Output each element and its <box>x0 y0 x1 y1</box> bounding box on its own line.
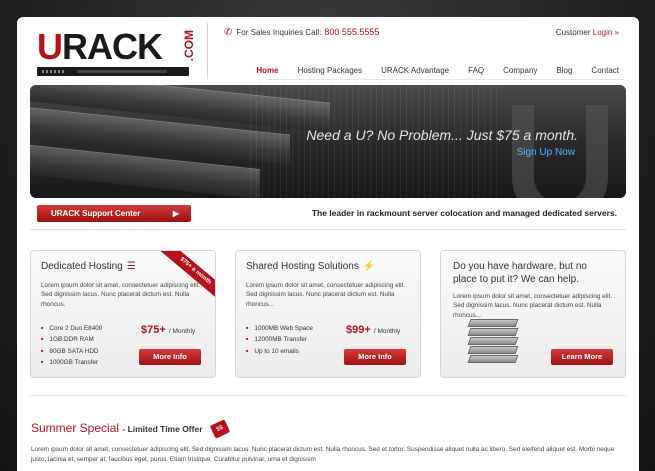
nav-home[interactable]: Home <box>256 66 278 75</box>
login-link[interactable]: Login » <box>593 28 619 37</box>
header-divider <box>207 23 208 79</box>
price-label: $99+ / Monthly <box>346 324 400 336</box>
logo-suffix: .COM <box>182 30 196 62</box>
list-item: 80GB SATA HDD <box>41 346 102 357</box>
price-value: $75+ <box>141 324 166 336</box>
dedicated-hosting-box: $75+ a month Dedicated Hosting ☰ Lorem ip… <box>30 250 216 378</box>
main-nav: Home Hosting Packages URACK Advantage FA… <box>237 66 619 75</box>
nav-underline <box>267 79 625 80</box>
box-description: Lorem ipsum dolor sit amet, consectetuer… <box>453 293 613 319</box>
price-tag-icon: $$ <box>209 419 231 439</box>
list-item: 1000MB Web Space <box>246 323 313 334</box>
customer-label: Customer <box>555 28 591 37</box>
phone-icon: ✆ <box>224 27 233 38</box>
box-description: Lorem ipsum dolor sit amet, consectetuer… <box>246 282 406 308</box>
company-tagline: The leader in rackmount server colocatio… <box>311 208 617 218</box>
section-divider <box>30 229 626 230</box>
more-info-button[interactable]: More Info <box>139 349 201 365</box>
shared-hosting-box: Shared Hosting Solutions ⚡ Lorem ipsum do… <box>235 250 421 378</box>
phone-label: For Sales Inquiries Call: <box>236 28 322 37</box>
list-item: 1GB DDR RAM <box>41 334 102 345</box>
learn-more-button[interactable]: Learn More <box>551 349 613 365</box>
price-unit: / Monthly <box>373 328 401 335</box>
feature-list: Core 2 Duo E8400 1GB DDR RAM 80GB SATA H… <box>41 323 102 369</box>
list-item: 1000GB Transfer <box>41 357 102 368</box>
section-divider <box>30 395 626 396</box>
page-container: URACK .COM ✆ For Sales Inquiries Call: 800… <box>17 17 639 471</box>
summer-special-heading: Summer Special - Limited Time Offer $$ <box>31 419 231 439</box>
phone-number[interactable]: 800 555.5555 <box>324 27 379 37</box>
sign-up-link[interactable]: Sign Up Now <box>517 147 575 158</box>
nav-contact[interactable]: Contact <box>591 66 619 75</box>
special-subtitle: - Limited Time Offer <box>122 424 203 434</box>
list-item: Up to 10 emails <box>246 346 313 357</box>
price-unit: / Monthly <box>168 328 196 335</box>
nav-urack-advantage[interactable]: URACK Advantage <box>381 66 449 75</box>
sales-phone: ✆ For Sales Inquiries Call: 800 555.5555 <box>224 27 379 38</box>
hero-banner: Need a U? No Problem... Just $75 a month… <box>30 85 626 198</box>
list-item: Core 2 Duo E8400 <box>41 323 102 334</box>
customer-login: Customer Login » <box>556 28 619 37</box>
more-info-button[interactable]: More Info <box>344 349 406 365</box>
list-icon: ☰ <box>126 261 136 272</box>
price-label: $75+ / Monthly <box>141 324 195 336</box>
server-stack-icon <box>467 319 523 371</box>
lightning-icon: ⚡ <box>362 261 376 272</box>
dedicated-title: Dedicated Hosting <box>41 261 123 272</box>
nav-company[interactable]: Company <box>503 66 537 75</box>
nav-hosting-packages[interactable]: Hosting Packages <box>298 66 362 75</box>
box-description: Lorem ipsum dolor sit amet, consectetuer… <box>41 282 201 308</box>
special-title: Summer Special <box>31 421 120 435</box>
shared-title: Shared Hosting Solutions <box>246 261 359 272</box>
urack-logo[interactable]: URACK .COM <box>37 27 197 83</box>
box-title: Dedicated Hosting ☰ <box>41 261 136 272</box>
support-center-button[interactable]: URACK Support Center ▶ <box>37 205 191 222</box>
list-item: 12000MB Transfer <box>246 334 313 345</box>
colocation-box: Do you have hardware, but no place to pu… <box>440 250 626 378</box>
box-title: Do you have hardware, but no place to pu… <box>453 261 587 285</box>
special-description: Lorem ipsum dolor sit amet, consectetuer… <box>31 446 615 463</box>
nav-blog[interactable]: Blog <box>556 66 572 75</box>
box-title: Shared Hosting Solutions ⚡ <box>246 261 375 272</box>
play-arrow-icon: ▶ <box>172 209 179 218</box>
support-center-label: URACK Support Center <box>51 209 141 218</box>
nav-faq[interactable]: FAQ <box>468 66 484 75</box>
logo-server-bar <box>37 67 189 76</box>
banner-headline: Need a U? No Problem... Just $75 a month… <box>306 127 578 143</box>
logo-wordmark: URACK <box>37 26 163 67</box>
feature-list: 1000MB Web Space 12000MB Transfer Up to … <box>246 323 313 357</box>
price-value: $99+ <box>346 324 371 336</box>
